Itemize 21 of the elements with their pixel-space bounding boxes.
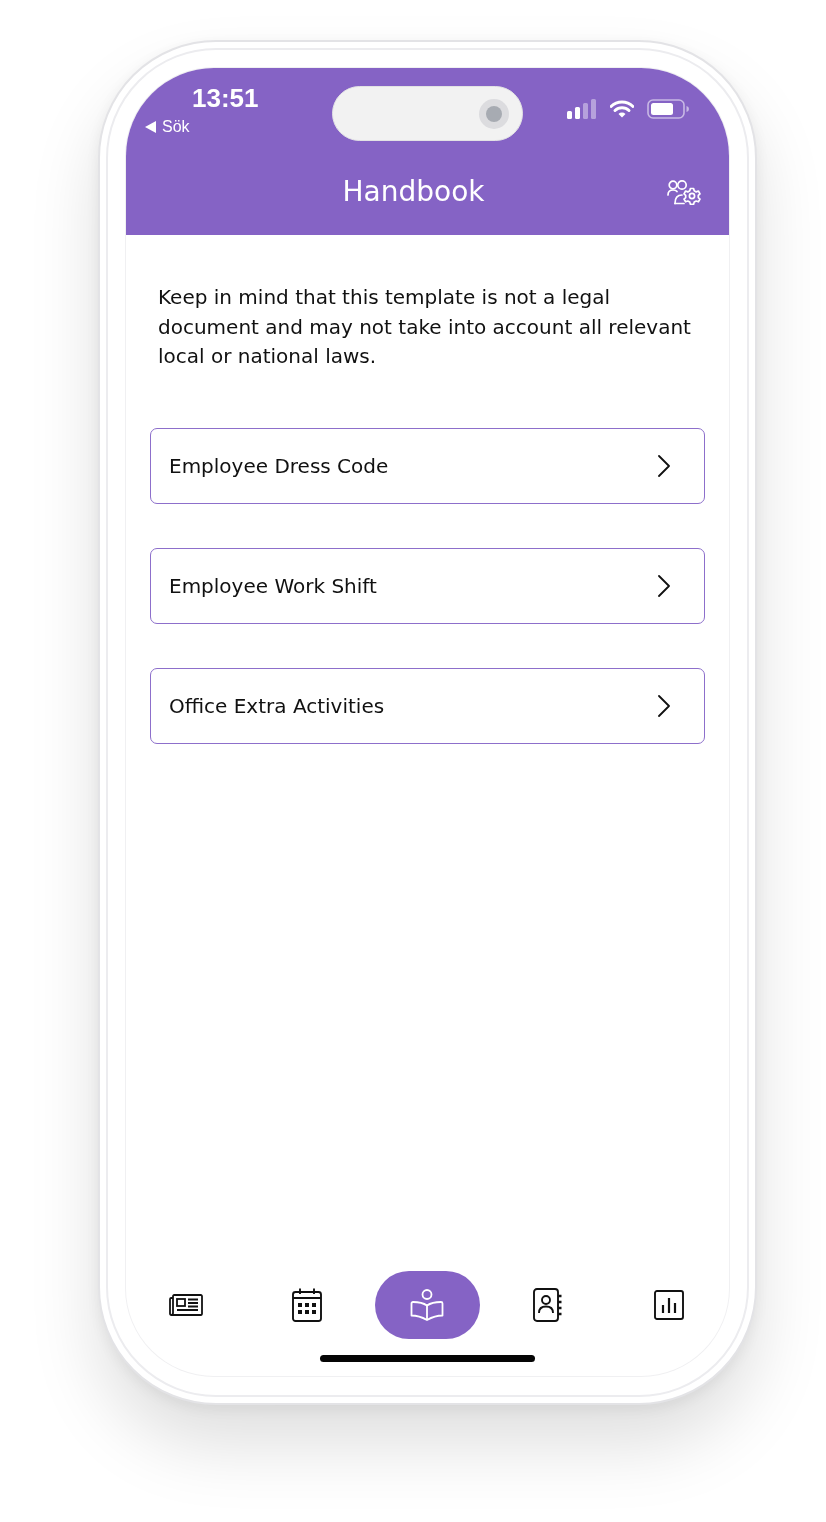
contact-book-icon [533,1288,564,1322]
bar-chart-icon [653,1290,684,1320]
chevron-right-icon [658,574,670,597]
notice-text: Keep in mind that this template is not a legal document and may not take into account all relevant local or national laws. [158,284,692,370]
chevron-right-icon [658,454,670,477]
handbook-item[interactable]: Employee Work Shift [150,547,705,624]
chevron-right-icon [658,694,670,717]
status-time: 13:51 [192,86,259,110]
signal-icon [567,99,597,119]
battery-icon [647,99,689,119]
settings-icon[interactable] [667,178,701,205]
wifi-icon [610,100,634,118]
handbook-item[interactable]: Employee Dress Code [150,427,705,504]
back-icon [145,121,156,133]
newspaper-icon [169,1294,204,1316]
reading-person-icon [410,1289,445,1321]
camera-icon [479,98,509,129]
back-link[interactable]: Sök [145,117,190,137]
handbook-item[interactable]: Office Extra Activities [150,667,705,744]
page-title: Handbook [342,175,485,208]
calendar-icon [291,1288,322,1322]
